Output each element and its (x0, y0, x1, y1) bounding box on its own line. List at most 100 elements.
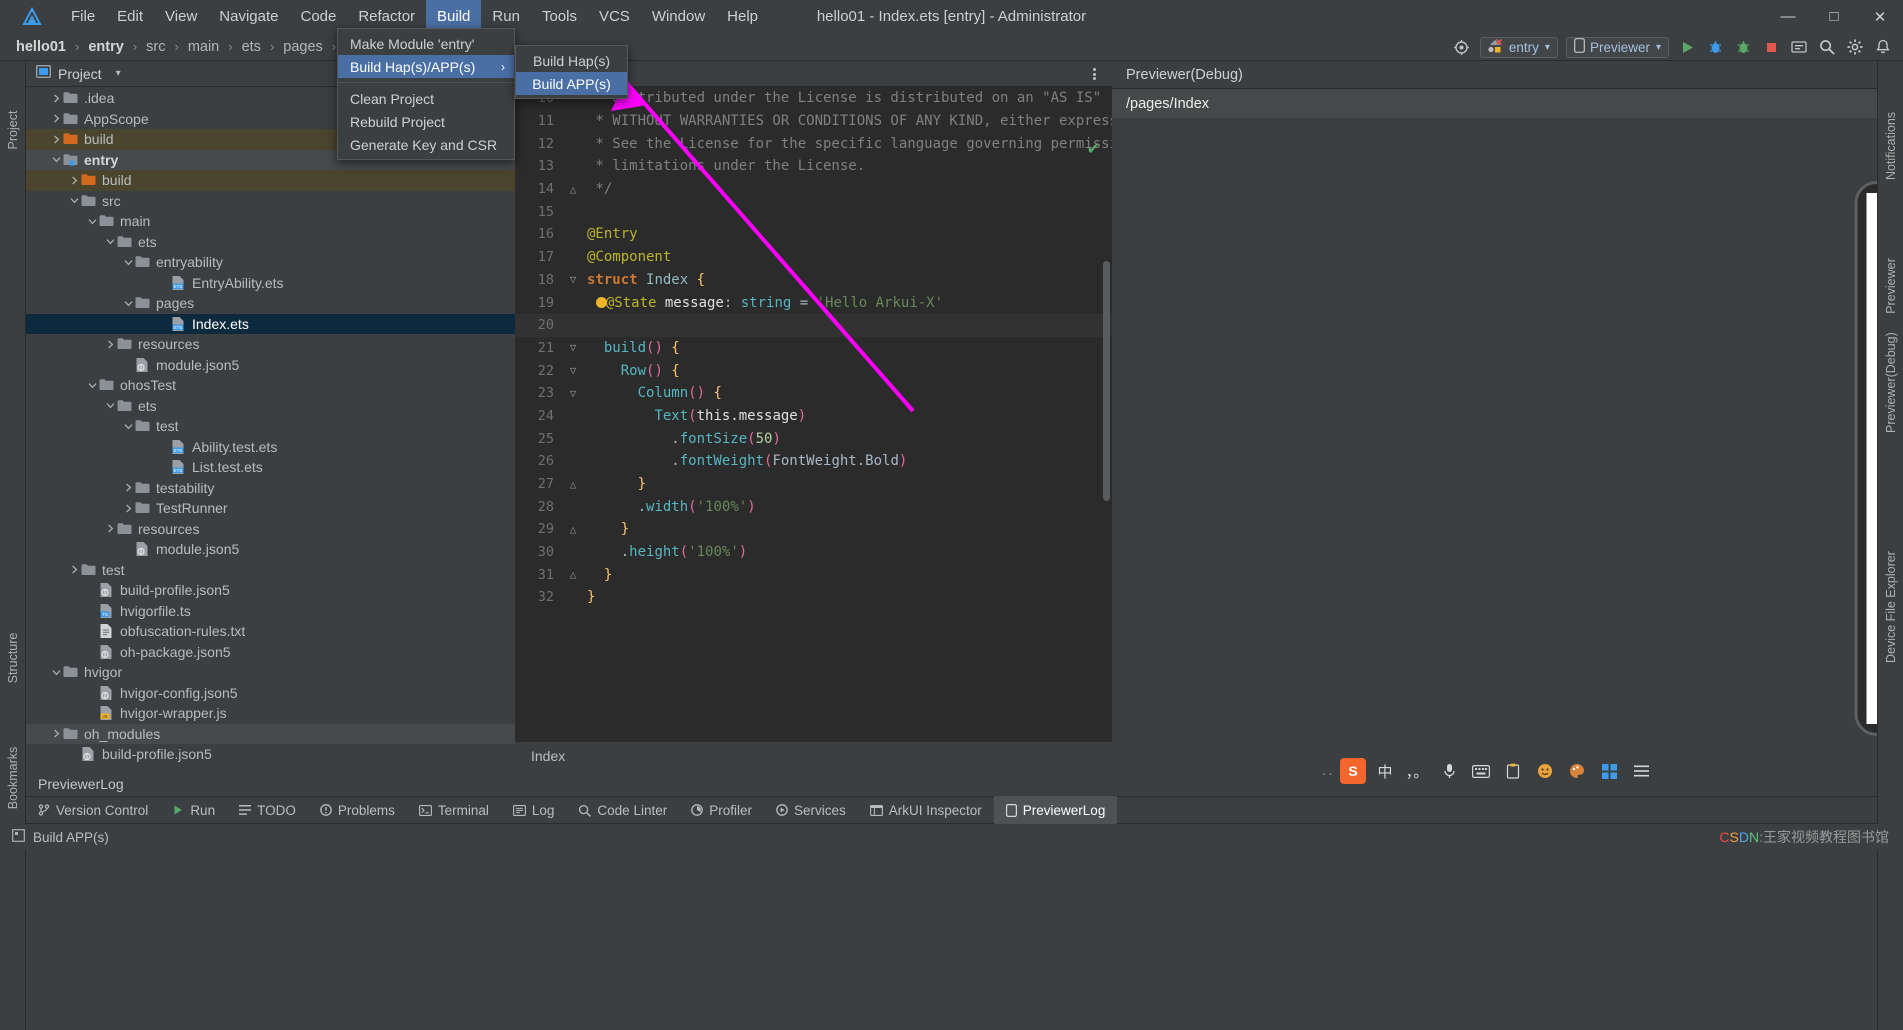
palette-icon[interactable] (1564, 759, 1590, 783)
tree-row[interactable]: src (26, 191, 515, 212)
code-line[interactable]: 31 △ } (515, 563, 1112, 586)
fold-marker-icon[interactable]: △ (563, 183, 583, 196)
menu-icon[interactable] (1628, 759, 1654, 783)
tree-row[interactable]: TestRunner (26, 498, 515, 519)
tool-window-previewerlog[interactable]: PreviewerLog (993, 796, 1118, 824)
tree-row[interactable]: oh-package.json5 (26, 642, 515, 663)
chevron-right-icon[interactable] (68, 174, 81, 187)
tree-row[interactable]: ETS List.test.ets (26, 457, 515, 478)
ime-mode-label[interactable]: 中 (1372, 759, 1398, 783)
fold-marker-icon[interactable]: ▽ (563, 273, 583, 286)
menu-edit[interactable]: Edit (106, 0, 154, 33)
tree-row[interactable]: resources (26, 519, 515, 540)
tool-window-log[interactable]: Log (501, 796, 567, 824)
code-line[interactable]: 22 ▽ Row() { (515, 359, 1112, 382)
code-area[interactable]: 10 * distributed under the License is di… (515, 87, 1112, 741)
minimize-button[interactable]: — (1765, 0, 1811, 33)
sogou-ime-icon[interactable]: S (1340, 758, 1366, 784)
tree-row[interactable]: pages (26, 293, 515, 314)
search-icon[interactable] (1814, 34, 1840, 60)
build-menu-item[interactable]: Generate Key and CSR (338, 133, 514, 156)
code-line[interactable]: 12 * See the License for the specific la… (515, 132, 1112, 155)
tree-row[interactable]: main (26, 211, 515, 232)
breadcrumb-src[interactable]: src (144, 39, 167, 55)
editor-options-icon[interactable] (1086, 65, 1102, 83)
coverage-icon[interactable] (1449, 34, 1475, 60)
tree-row[interactable]: hvigor-config.json5 (26, 683, 515, 704)
build-submenu-item[interactable]: Build APP(s) (516, 72, 627, 95)
tool-window-services[interactable]: Services (764, 796, 858, 824)
tree-row[interactable]: ETS EntryAbility.ets (26, 273, 515, 294)
tree-row[interactable]: build (26, 170, 515, 191)
ime-punctuation-label[interactable]: ，。 (1404, 759, 1430, 783)
stop-icon[interactable] (1758, 34, 1784, 60)
fold-marker-icon[interactable]: ▽ (563, 387, 583, 400)
tree-row[interactable]: ETS Index.ets (26, 313, 515, 334)
tree-row[interactable]: JS hvigor-wrapper.js (26, 703, 515, 724)
code-line[interactable]: 32} (515, 586, 1112, 609)
settings-icon[interactable] (1842, 34, 1868, 60)
chevron-down-icon[interactable] (122, 256, 135, 269)
code-line[interactable]: 14 △ */ (515, 178, 1112, 201)
strip-previewer[interactable]: Previewer (1884, 251, 1898, 321)
build-submenu-item[interactable]: Build Hap(s) (516, 49, 627, 72)
tree-row[interactable]: module.json5 (26, 355, 515, 376)
tree-row[interactable]: hvigor (26, 662, 515, 683)
strip-previewer-debug[interactable]: Previewer(Debug) (1884, 332, 1898, 433)
chevron-down-icon[interactable] (104, 399, 117, 412)
chevron-right-icon[interactable] (122, 502, 135, 515)
code-line[interactable]: 28 .width('100%') (515, 495, 1112, 518)
run-config-selector[interactable]: entry ▾ (1479, 36, 1558, 58)
emoji-icon[interactable] (1532, 759, 1558, 783)
code-line[interactable]: 21 ▽ build() { (515, 337, 1112, 360)
breadcrumb-pages[interactable]: pages (281, 39, 325, 55)
chevron-down-icon[interactable] (86, 379, 99, 392)
chevron-right-icon[interactable] (68, 563, 81, 576)
debug-icon[interactable] (1702, 34, 1728, 60)
menu-window[interactable]: Window (641, 0, 716, 33)
tool-window-bar[interactable]: Version Control Run TODO Problems Terminal Lo… (26, 796, 1877, 824)
tool-window-code-linter[interactable]: Code Linter (566, 796, 679, 824)
code-line[interactable]: 11 * WITHOUT WARRANTIES OR CONDITIONS OF… (515, 110, 1112, 133)
code-line[interactable]: 23 ▽ Column() { (515, 382, 1112, 405)
chevron-down-icon[interactable] (122, 420, 135, 433)
tree-row[interactable]: oh_modules (26, 723, 515, 744)
code-line[interactable]: 30 .height('100%') (515, 541, 1112, 564)
tree-row[interactable]: testability (26, 478, 515, 499)
notifications-icon[interactable] (1870, 34, 1896, 60)
tree-row[interactable]: resources (26, 334, 515, 355)
menu-vcs[interactable]: VCS (588, 0, 641, 33)
strip-bookmarks[interactable]: Bookmarks (6, 743, 20, 813)
tree-row[interactable]: obfuscation-rules.txt (26, 621, 515, 642)
code-line[interactable]: 26 .fontWeight(FontWeight.Bold) (515, 450, 1112, 473)
build-menu-item[interactable]: Build Hap(s)/APP(s) › (338, 55, 514, 78)
tree-row[interactable]: build-profile.json5 (26, 744, 515, 765)
tool-window-terminal[interactable]: Terminal (407, 796, 501, 824)
code-line[interactable]: 16 @Entry (515, 223, 1112, 246)
menu-view[interactable]: View (154, 0, 208, 33)
project-tree[interactable]: .idea AppScope build entry build src main ets en… (26, 88, 515, 779)
chevron-down-icon[interactable] (50, 153, 63, 166)
chevron-right-icon[interactable] (50, 92, 63, 105)
tray-handle[interactable]: ·· (1322, 766, 1335, 781)
code-line[interactable]: 29 △ } (515, 518, 1112, 541)
tree-row[interactable]: ets (26, 232, 515, 253)
code-line[interactable]: 18 ▽ struct Index { (515, 269, 1112, 292)
chevron-right-icon[interactable] (50, 727, 63, 740)
keyboard-icon[interactable] (1468, 759, 1494, 783)
chevron-down-icon[interactable] (50, 666, 63, 679)
mic-icon[interactable] (1436, 759, 1462, 783)
chevron-right-icon[interactable] (50, 112, 63, 125)
fold-marker-icon[interactable]: ▽ (563, 364, 583, 377)
chevron-down-icon[interactable] (104, 235, 117, 248)
close-button[interactable]: ✕ (1857, 0, 1903, 33)
chevron-right-icon[interactable] (50, 133, 63, 146)
build-menu-dropdown[interactable]: Make Module 'entry' Build Hap(s)/APP(s) › C… (337, 28, 515, 160)
breadcrumb-ets[interactable]: ets (240, 39, 263, 55)
strip-notifications[interactable]: Notifications (1884, 111, 1898, 181)
tool-window-arkui-inspector[interactable]: ArkUI Inspector (858, 796, 994, 824)
fold-marker-icon[interactable]: △ (563, 523, 583, 536)
tree-row[interactable]: build-profile.json5 (26, 580, 515, 601)
clipboard-icon[interactable] (1500, 759, 1526, 783)
menu-file[interactable]: File (60, 0, 106, 33)
